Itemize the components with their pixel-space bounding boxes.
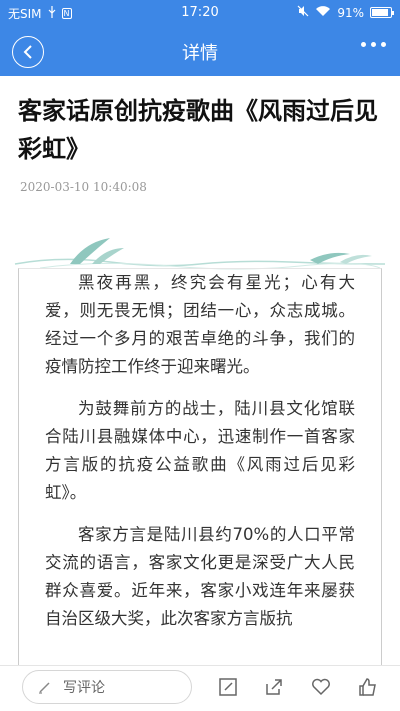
mute-icon bbox=[297, 5, 309, 20]
pencil-icon bbox=[39, 682, 50, 694]
status-bar: 无SIM N 17:20 91% bbox=[0, 0, 400, 26]
page-title: 详情 bbox=[182, 43, 218, 64]
dot-icon bbox=[371, 42, 376, 47]
comment-placeholder: 写评论 bbox=[63, 680, 105, 696]
article-content: 黑夜再黑，终究会有星光；心有大爱，则无畏无惧；团结一心，众志成城。经过一个多月的… bbox=[18, 268, 382, 668]
article-paragraph: 黑夜再黑，终究会有星光；心有大爱，则无畏无惧；团结一心，众志成城。经过一个多月的… bbox=[45, 273, 355, 376]
dot-icon bbox=[361, 42, 366, 47]
bottom-toolbar: 写评论 bbox=[0, 665, 400, 711]
comment-input[interactable]: 写评论 bbox=[22, 670, 192, 704]
battery-icon bbox=[370, 7, 394, 18]
article-body: 黑夜再黑，终究会有星光；心有大爱，则无畏无惧；团结一心，众志成城。经过一个多月的… bbox=[19, 269, 381, 633]
article-paragraph: 客家方言是陆川县约70%的人口平常交流的语言，客家文化更是深受广大人民群众喜爱。… bbox=[45, 525, 355, 628]
nav-bar: 详情 bbox=[0, 26, 400, 76]
battery-percent: 91% bbox=[337, 5, 364, 20]
dot-icon bbox=[381, 42, 386, 47]
wifi-icon bbox=[315, 5, 331, 20]
app-root: 无SIM N 17:20 91% 详情 客家话原创抗疫歌曲《风雨过后见彩虹》 2… bbox=[0, 0, 400, 711]
share-icon[interactable] bbox=[263, 676, 285, 698]
article-title: 客家话原创抗疫歌曲《风雨过后见彩虹》 bbox=[18, 96, 378, 163]
article-date: 2020-03-10 10:40:08 bbox=[20, 180, 147, 194]
heart-icon[interactable] bbox=[310, 676, 332, 698]
article-paragraph: 为鼓舞前方的战士，陆川县文化馆联合陆川县融媒体中心，迅速制作一首客家方言版的抗疫… bbox=[45, 399, 355, 502]
status-right: 91% bbox=[297, 5, 394, 20]
thumbs-up-icon[interactable] bbox=[357, 676, 379, 698]
edit-icon[interactable] bbox=[217, 676, 239, 698]
more-options-button[interactable] bbox=[361, 42, 386, 47]
